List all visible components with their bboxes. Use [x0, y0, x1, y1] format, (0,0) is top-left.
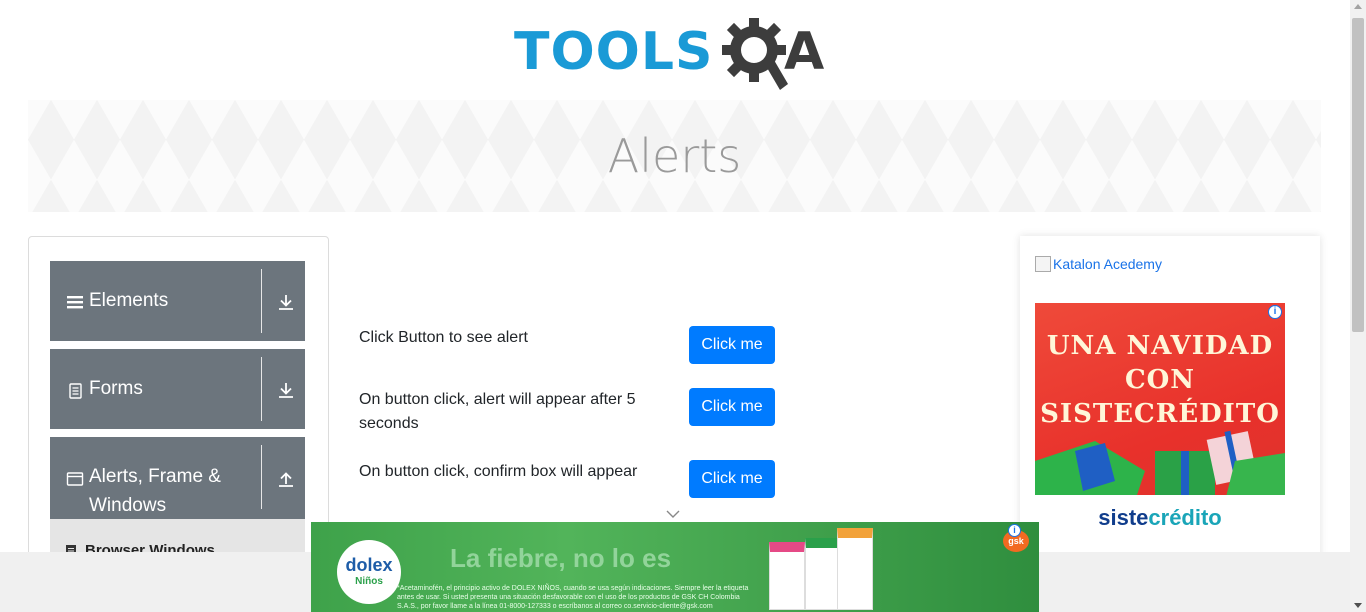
gear-magnifier-icon: [722, 18, 788, 90]
broken-image-icon: [1035, 256, 1051, 272]
document-icon: [69, 383, 82, 399]
sidebar-group-label-line2: Windows: [89, 495, 167, 516]
page-banner: Alerts: [28, 100, 1321, 212]
alert-button[interactable]: Click me: [689, 326, 775, 364]
ad-headline: UNA NAVIDAD CON SISTECRÉDITO: [1040, 331, 1280, 429]
product-box-image: [837, 528, 873, 610]
confirm-row-text: On button click, confirm box will appear: [359, 463, 638, 480]
right-ad-column: Katalon Acedemy i UNA NAVIDAD CON SISTEC…: [1020, 236, 1320, 566]
upload-arrow-icon: [279, 472, 293, 487]
katalon-ad-alt-text: Katalon Acedemy: [1053, 256, 1162, 272]
scrollbar-thumb[interactable]: [1352, 18, 1364, 332]
sistecredito-ad[interactable]: i UNA NAVIDAD CON SISTECRÉDITO sistecréd…: [1035, 303, 1285, 543]
timer-alert-row-text: On button click, alert will appear after…: [359, 391, 636, 432]
scroll-up-arrow-icon[interactable]: [1354, 4, 1362, 9]
scroll-down-arrow-icon[interactable]: [1354, 603, 1362, 608]
katalon-ad-link[interactable]: Katalon Acedemy: [1035, 254, 1162, 274]
product-box-image: [769, 542, 805, 610]
group-divider: [261, 357, 262, 421]
group-divider: [261, 269, 262, 333]
alert-row-text: Click Button to see alert: [359, 329, 528, 346]
sidebar-group-label: Elements: [89, 290, 169, 311]
ad-info-icon[interactable]: i: [1008, 524, 1021, 537]
ad-info-icon[interactable]: i: [1268, 305, 1282, 319]
page-title: Alerts: [607, 129, 742, 183]
dolex-brand-sub: Niños: [355, 576, 383, 587]
sidebar-group-label: Alerts, Frame &: [89, 466, 221, 487]
download-arrow-icon: [279, 295, 293, 310]
menu-icon: [67, 296, 83, 309]
group-divider: [261, 445, 262, 509]
ad-brand-part2: crédito: [1148, 505, 1222, 530]
download-arrow-icon: [279, 383, 293, 398]
window-icon: [66, 472, 84, 486]
dolex-brand: dolex: [345, 555, 393, 575]
sidebar-group-alerts-frame-windows[interactable]: Alerts, Frame & Windows: [50, 437, 305, 519]
sidebar-group-label: Forms: [89, 378, 143, 399]
gift-boxes-icon: [1035, 430, 1285, 501]
sidebar-group-elements[interactable]: Elements: [50, 261, 305, 341]
ad-brand-footer: sistecrédito: [1035, 495, 1285, 543]
product-box-image: [805, 538, 841, 610]
chevron-down-icon[interactable]: [666, 509, 680, 519]
timer-alert-button[interactable]: Click me: [689, 388, 775, 426]
logo-tools-text: TOOLS: [514, 22, 714, 82]
sidebar-accordion: Elements Forms Alerts, Frame & Windows B…: [28, 236, 329, 566]
confirm-button[interactable]: Click me: [689, 460, 775, 498]
page-scrollbar[interactable]: [1350, 0, 1366, 612]
dolex-ad-banner[interactable]: dolex Niños La fiebre, no lo es *Acetami…: [311, 522, 1039, 612]
dolex-logo: dolex Niños: [337, 540, 401, 604]
dolex-tagline: La fiebre, no lo es: [450, 543, 672, 573]
logo-qa-text: A: [784, 22, 825, 82]
dolex-fine-print: *Acetaminofén, el principio activo de DO…: [397, 585, 749, 610]
toolsqa-logo[interactable]: TOOLS A: [514, 16, 838, 92]
sidebar-group-forms[interactable]: Forms: [50, 349, 305, 429]
ad-brand-part1: siste: [1098, 505, 1149, 530]
